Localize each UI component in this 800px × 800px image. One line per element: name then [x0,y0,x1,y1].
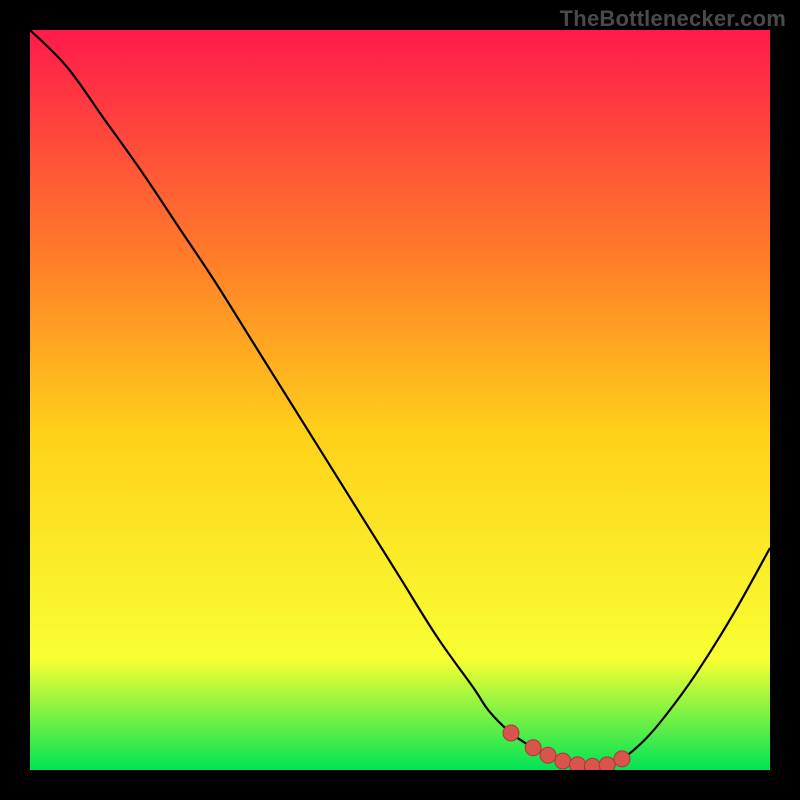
attribution-label: TheBottlenecker.com [560,6,786,32]
data-marker [525,740,541,756]
data-marker [599,757,615,770]
chart-svg [30,30,770,770]
data-marker [570,757,586,770]
gradient-background [30,30,770,770]
chart-container: TheBottlenecker.com [0,0,800,800]
data-marker [584,758,600,770]
data-marker [555,753,571,769]
data-marker [540,747,556,763]
data-marker [503,725,519,741]
plot-area [30,30,770,770]
data-marker [614,751,630,767]
